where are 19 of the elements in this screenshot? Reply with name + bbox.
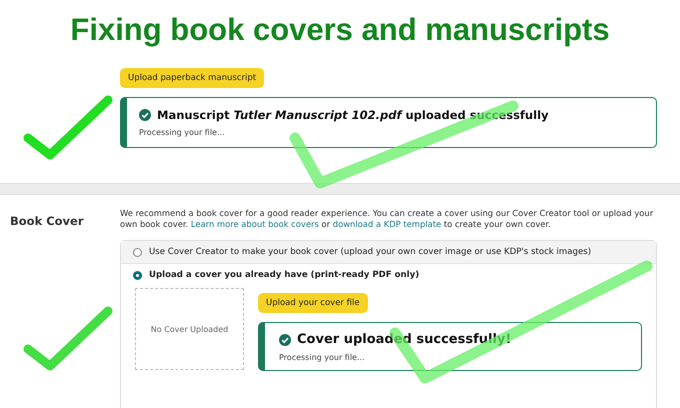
headline: Fixing book covers and manuscripts (69, 11, 611, 49)
radio-button[interactable] (133, 270, 142, 280)
checkmark-icon (24, 96, 112, 160)
cover-upload-field[interactable]: No Cover Uploaded (135, 288, 244, 370)
upload-manuscript-button[interactable]: Upload paperback manuscript (120, 68, 264, 88)
help-link[interactable]: download a KDP template (332, 219, 442, 229)
section-label: Book Cover (10, 213, 85, 228)
processing-text: Processing your file... (139, 128, 226, 137)
option-label[interactable]: Upload a cover you already have (print-ready PDF only) (149, 270, 420, 280)
success-message: Manuscript Tutler Manuscript 102.pdf uploaded successfully (157, 108, 549, 122)
help-link[interactable]: Learn more about book covers (190, 219, 319, 229)
checkmark-icon (24, 306, 112, 370)
success-message: Cover uploaded successfully! (297, 332, 512, 347)
description-text: We recommend a book cover for a good reader experience. You can create a cover using our Cover Creator tool or upload your own book cover. Learn more about book covers or download a KDP template to create your own cover. (120, 208, 654, 230)
check-circle-icon (279, 334, 291, 346)
processing-text: Processing your file... (279, 353, 366, 362)
upload-cover-button[interactable]: Upload your cover file (258, 293, 368, 313)
check-circle-icon (139, 109, 151, 121)
radio-button[interactable] (133, 248, 142, 256)
